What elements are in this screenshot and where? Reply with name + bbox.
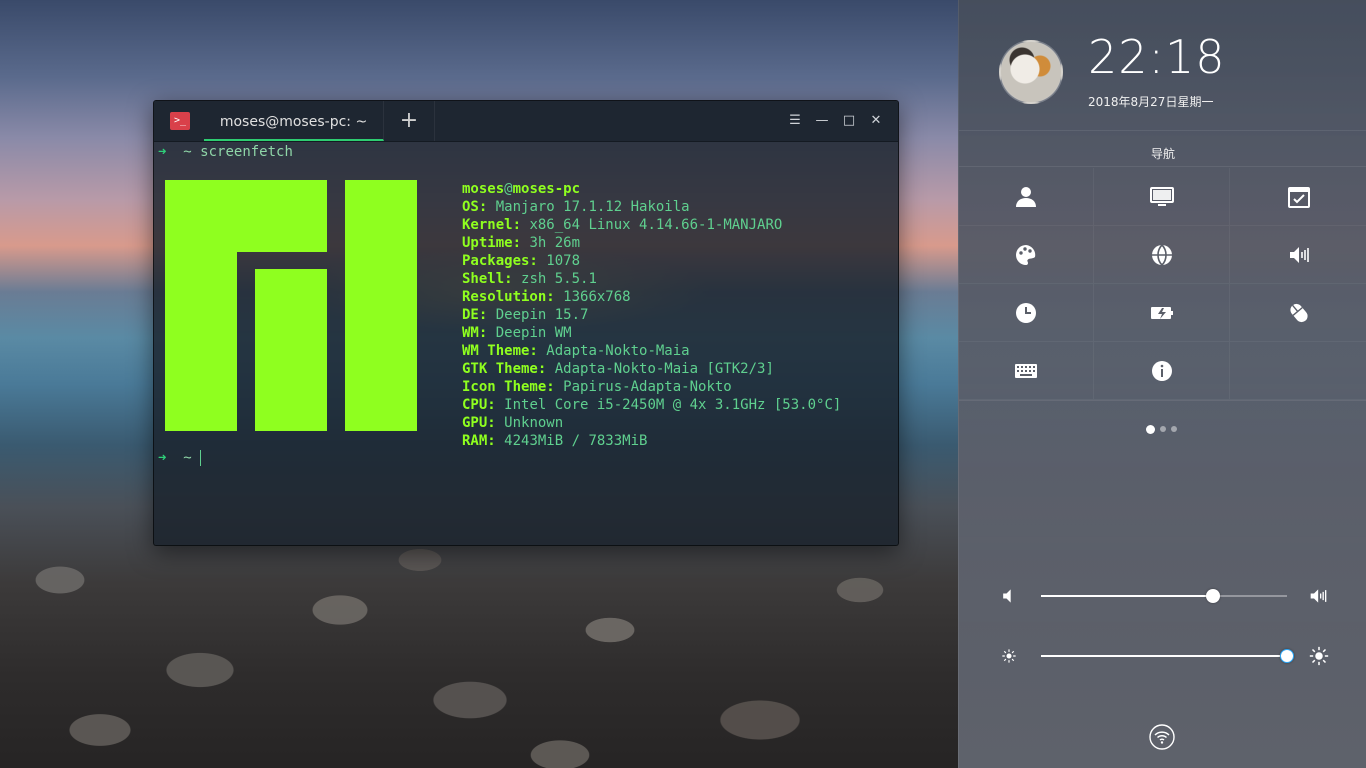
brightness-low-icon[interactable] (999, 646, 1019, 666)
accounts-button[interactable] (959, 168, 1094, 226)
display-button[interactable] (1094, 168, 1230, 226)
brightness-slider-row (999, 644, 1329, 668)
info-row: Shell: zsh 5.5.1 (462, 271, 597, 287)
volume-fill (1041, 595, 1214, 597)
prompt-line[interactable]: ➜ ~ (158, 450, 202, 466)
nav-title: 导航 (1150, 147, 1175, 161)
datetime-button[interactable] (959, 284, 1094, 342)
terminal-titlebar[interactable]: >_ moses@moses-pc: ~ + ☰ — □ ✕ (154, 101, 898, 142)
keyboard-button[interactable] (959, 342, 1094, 400)
menu-icon[interactable]: ☰ (782, 101, 808, 141)
new-tab-button[interactable]: + (384, 101, 435, 141)
command-line: ➜ ~ screenfetch (158, 144, 293, 160)
info-row: Kernel: x86_64 Linux 4.14.66-1-MANJARO (462, 217, 783, 233)
clock-icon (1016, 302, 1036, 323)
close-button[interactable]: ✕ (863, 101, 889, 141)
mouse-button[interactable] (1230, 284, 1366, 342)
volume-slider-row (999, 584, 1329, 608)
palette-icon (1016, 244, 1036, 265)
settings-grid (959, 168, 1366, 400)
text-cursor (200, 450, 202, 466)
control-center-panel: 22:18 2018年8月27日星期一 导航 (958, 0, 1366, 768)
page-indicator[interactable] (1146, 424, 1177, 434)
clock-date: 2018年8月27日星期一 (1088, 95, 1214, 109)
terminal-window[interactable]: >_ moses@moses-pc: ~ + ☰ — □ ✕ ➜ ~ scree… (153, 100, 899, 546)
network-button[interactable] (1094, 226, 1230, 284)
page-dot-active[interactable] (1146, 424, 1155, 434)
info-row: WM: Deepin WM (462, 325, 572, 341)
command-text: screenfetch (200, 144, 293, 160)
info-row: RAM: 4243MiB / 7833MiB (462, 433, 648, 449)
display-icon (1149, 186, 1174, 206)
terminal-app-icon: >_ (170, 112, 190, 130)
info-row: OS: Manjaro 17.1.12 Hakoila (462, 199, 690, 215)
wallpaper-rocks (0, 520, 960, 768)
brightness-thumb[interactable] (1280, 649, 1294, 663)
page-dot[interactable] (1171, 426, 1177, 432)
prompt-dir: ~ (183, 144, 192, 160)
info-row: Packages: 1078 (462, 253, 581, 269)
brightness-fill (1041, 655, 1287, 657)
minimize-button[interactable]: — (809, 101, 835, 141)
brightness-slider[interactable] (1041, 649, 1294, 663)
info-row: GTK Theme: Adapta-Nokto-Maia [GTK2/3] (462, 361, 774, 377)
terminal-tab[interactable]: moses@moses-pc: ~ (204, 101, 384, 141)
manjaro-logo-block (255, 269, 327, 431)
volume-low-icon[interactable] (999, 586, 1019, 606)
info-row: Icon Theme: Papirus-Adapta-Nokto (462, 379, 732, 395)
sound-icon (1289, 246, 1309, 263)
info-row: CPU: Intel Core i5-2450M @ 4x 3.1GHz [53… (462, 397, 842, 413)
info-row: GPU: Unknown (462, 415, 564, 431)
manjaro-logo-block (165, 180, 237, 431)
divider (959, 166, 1366, 167)
clock-time: 22:18 (1088, 30, 1226, 84)
userhost-line: moses@moses-pc (462, 181, 581, 197)
brightness-high-icon[interactable] (1309, 646, 1329, 666)
mouse-icon (1289, 303, 1308, 322)
keyboard-icon (1015, 363, 1037, 378)
calendar-check-icon (1287, 186, 1310, 208)
volume-high-icon[interactable] (1309, 586, 1329, 606)
divider (959, 130, 1366, 131)
empty-cell (1230, 342, 1366, 400)
wifi-icon[interactable] (1149, 724, 1175, 750)
default-apps-button[interactable] (1230, 168, 1366, 226)
info-icon (1151, 360, 1172, 381)
power-icon (1150, 306, 1173, 319)
power-button[interactable] (1094, 284, 1230, 342)
maximize-button[interactable]: □ (836, 101, 862, 141)
terminal-body[interactable]: ➜ ~ screenfetch moses@moses-pc OS: Manja… (154, 142, 898, 545)
sound-button[interactable] (1230, 226, 1366, 284)
info-row: DE: Deepin 15.7 (462, 307, 589, 323)
page-dot[interactable] (1160, 426, 1166, 432)
volume-thumb[interactable] (1206, 589, 1221, 603)
prompt-dir: ~ (183, 450, 192, 466)
info-row: WM Theme: Adapta-Nokto-Maia (462, 343, 690, 359)
manjaro-logo-block (345, 180, 417, 431)
system-info-button[interactable] (1094, 342, 1230, 400)
volume-slider[interactable] (1041, 589, 1287, 603)
user-icon (1016, 186, 1036, 207)
avatar[interactable] (999, 40, 1063, 104)
system-info: moses@moses-pc OS: Manjaro 17.1.12 Hakoi… (462, 180, 841, 450)
network-icon (1151, 243, 1172, 266)
divider (959, 400, 1366, 401)
personalization-button[interactable] (959, 226, 1094, 284)
info-row: Uptime: 3h 26m (462, 235, 581, 251)
info-row: Resolution: 1366x768 (462, 289, 631, 305)
prompt-arrow: ➜ (158, 144, 167, 160)
prompt-arrow: ➜ (158, 450, 167, 466)
